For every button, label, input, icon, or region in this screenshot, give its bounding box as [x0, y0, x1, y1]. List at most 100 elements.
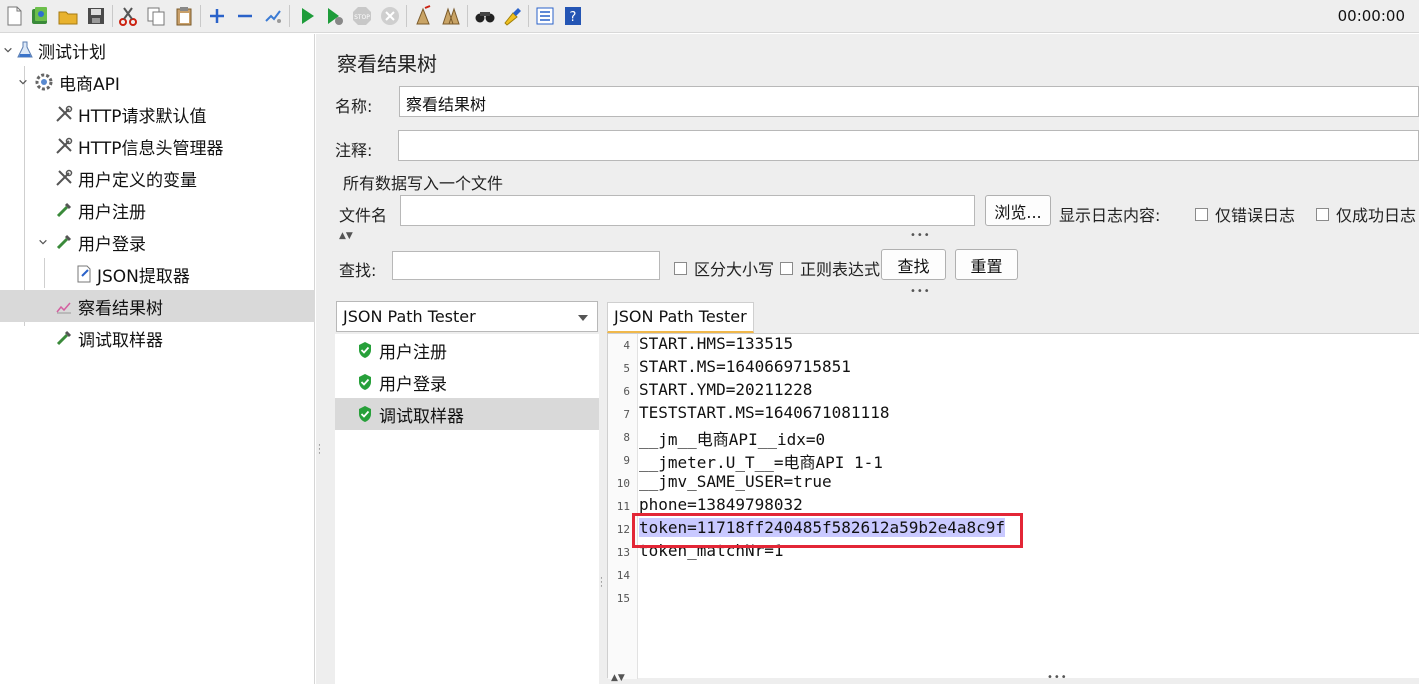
tree-item-login[interactable]: 用户登录	[0, 226, 315, 258]
paste-icon[interactable]	[172, 4, 196, 28]
gear-icon	[34, 72, 54, 92]
line-number: 6	[623, 385, 630, 398]
browse-button[interactable]: 浏览...	[985, 195, 1051, 226]
errors-only-checkbox[interactable]: 仅错误日志	[1195, 202, 1295, 226]
code-line: __jmv_SAME_USER=true	[639, 472, 832, 491]
cut-icon[interactable]	[116, 4, 140, 28]
tree-item-label: 用户注册	[78, 202, 146, 223]
renderer-select-value: JSON Path Tester	[343, 307, 476, 326]
token-highlight-box	[632, 513, 1023, 548]
line-number: 4	[623, 339, 630, 352]
result-text-editor[interactable]: 4 START.HMS=133515 5 START.MS=1640669715…	[607, 333, 1419, 679]
tree-item-label: HTTP请求默认值	[78, 106, 207, 127]
comment-field[interactable]	[398, 130, 1419, 161]
filename-field[interactable]	[400, 195, 975, 226]
tree-item-label: 用户定义的变量	[78, 170, 197, 191]
open-icon[interactable]	[56, 4, 80, 28]
bottom-divider[interactable]: ▲▼ •••	[607, 672, 1419, 684]
panel-divider[interactable]: ▲▼ •••	[335, 230, 1419, 243]
results-divider[interactable]: •••	[335, 286, 1419, 299]
tree-item-test-plan[interactable]: 测试计划	[0, 34, 315, 66]
tree-item-label: 测试计划	[38, 42, 106, 63]
chart-icon	[54, 296, 74, 316]
result-item-debug-sampler[interactable]: 调试取样器	[335, 398, 599, 430]
svg-text:?: ?	[570, 10, 577, 25]
renderer-select[interactable]: JSON Path Tester	[336, 301, 598, 332]
tree-item-label: JSON提取器	[97, 266, 190, 287]
expand-icon[interactable]	[205, 4, 229, 28]
clear-icon[interactable]	[411, 4, 435, 28]
pipette-icon	[54, 328, 74, 348]
help-icon[interactable]: ?	[561, 4, 585, 28]
result-item-label: 用户登录	[379, 374, 447, 395]
tree-item-label: HTTP信息头管理器	[78, 138, 224, 159]
result-item-label: 调试取样器	[379, 406, 464, 427]
flask-icon	[15, 40, 35, 60]
chevron-down-icon[interactable]	[2, 44, 14, 56]
find-button[interactable]: 查找	[881, 249, 946, 280]
line-number: 8	[623, 431, 630, 444]
reset-search-icon[interactable]	[500, 4, 524, 28]
errors-only-label: 仅错误日志	[1215, 206, 1296, 225]
regex-checkbox[interactable]: 正则表达式	[780, 256, 880, 280]
extractor-icon	[74, 264, 94, 284]
tree-item-register[interactable]: 用户注册	[0, 194, 315, 226]
chevron-down-icon[interactable]	[37, 236, 49, 248]
toggle-icon[interactable]	[261, 4, 285, 28]
templates-icon[interactable]	[28, 4, 52, 28]
result-item-label: 用户注册	[379, 342, 447, 363]
results-splitter[interactable]: · · ·	[599, 294, 607, 684]
tab-json-path-tester[interactable]: JSON Path Tester	[607, 302, 754, 333]
start-no-pause-icon[interactable]	[322, 4, 346, 28]
result-item-login[interactable]: 用户登录	[335, 366, 599, 398]
name-field[interactable]: 察看结果树	[399, 86, 1419, 117]
chevron-down-icon	[578, 315, 588, 321]
line-number: 7	[623, 408, 630, 421]
result-item-register[interactable]: 用户注册	[335, 334, 599, 366]
collapse-icon[interactable]	[233, 4, 257, 28]
sample-results-list: 用户注册 用户登录 调试取样器	[335, 334, 599, 684]
search-field[interactable]	[392, 251, 660, 280]
case-sensitive-checkbox[interactable]: 区分大小写	[674, 256, 774, 280]
toolbar: STOP ? 00:00:00	[0, 0, 1419, 33]
tree-item-label: 用户登录	[78, 234, 146, 255]
code-line: START.YMD=20211228	[639, 380, 813, 399]
new-icon[interactable]	[2, 4, 26, 28]
line-number: 12	[616, 523, 630, 536]
tree-item-label: 察看结果树	[78, 298, 163, 319]
tree-item-view-results-tree[interactable]: 察看结果树	[0, 290, 315, 322]
line-number: 15	[616, 592, 630, 605]
tree-item-header-manager[interactable]: HTTP信息头管理器	[0, 130, 315, 162]
search-icon[interactable]	[473, 4, 497, 28]
line-number: 10	[616, 477, 630, 490]
tree-item-json-extractor[interactable]: JSON提取器	[0, 258, 315, 290]
code-line: START.HMS=133515	[639, 334, 794, 353]
tree-item-debug-sampler[interactable]: 调试取样器	[0, 322, 315, 354]
start-icon[interactable]	[295, 4, 319, 28]
comment-label: 注释:	[335, 141, 373, 160]
tools-icon	[54, 104, 74, 124]
main-splitter[interactable]: · · ·	[316, 34, 325, 684]
test-plan-tree: 测试计划 电商API HTTP请求默认值 HTTP信息头管理器 用户定义的变量 …	[0, 34, 315, 684]
function-helper-icon[interactable]	[533, 4, 557, 28]
tree-item-user-variables[interactable]: 用户定义的变量	[0, 162, 315, 194]
save-icon[interactable]	[84, 4, 108, 28]
code-line: TESTSTART.MS=1640671081118	[639, 403, 890, 422]
view-results-tree-panel: 察看结果树 名称: 察看结果树 注释: 所有数据写入一个文件 文件名 浏览...…	[325, 34, 1419, 684]
tree-item-http-defaults[interactable]: HTTP请求默认值	[0, 98, 315, 130]
reset-button[interactable]: 重置	[955, 249, 1018, 280]
success-only-label: 仅成功日志	[1336, 206, 1417, 225]
success-shield-icon	[359, 406, 371, 422]
code-line: phone=13849798032	[639, 495, 803, 514]
success-only-checkbox[interactable]: 仅成功日志	[1316, 202, 1416, 226]
tree-item-thread-group[interactable]: 电商API	[0, 66, 315, 98]
shutdown-icon[interactable]	[378, 4, 402, 28]
svg-text:STOP: STOP	[354, 14, 370, 21]
chevron-down-icon[interactable]	[17, 76, 29, 88]
code-line: __jm__电商API__idx=0	[639, 430, 826, 449]
file-group-title: 所有数据写入一个文件	[343, 174, 504, 193]
tools-icon	[54, 168, 74, 188]
stop-icon[interactable]: STOP	[350, 4, 374, 28]
copy-icon[interactable]	[144, 4, 168, 28]
clear-all-icon[interactable]	[439, 4, 463, 28]
